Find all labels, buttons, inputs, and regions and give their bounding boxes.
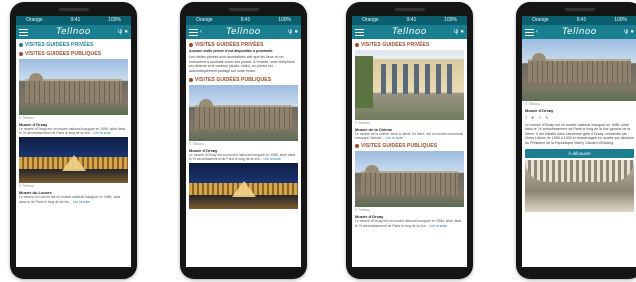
phone-museum-detail: Orange 9:41 100% ‹ Tellnoo ψ ● © Tellnoo …	[516, 2, 636, 279]
phone-private-visit: Orange 9:41 100% Tellnoo ψ ● VISITES GUID…	[346, 2, 473, 279]
museum-desc: Le musée d'Orsay est un musée national i…	[19, 127, 126, 136]
read-more-link[interactable]: Lire la suite	[263, 157, 280, 161]
wifi-icon[interactable]: ψ	[624, 29, 628, 35]
museum-full-desc: Le musée d'Orsay est un musée national i…	[525, 123, 634, 145]
museum-image-louvre	[19, 137, 128, 184]
museum-image-orsay	[355, 151, 464, 208]
museum-card-louvre[interactable]: © Tellnoo Musée du Louvre Le musée du Lo…	[19, 137, 128, 204]
screen: Orange 9:41 100% Tellnoo ψ ● VISITES GUID…	[16, 16, 131, 267]
app-bar: ‹ Tellnoo ψ ●	[522, 25, 636, 39]
share-icon[interactable]: ↗	[538, 115, 541, 120]
edit-icon[interactable]: ✎	[545, 115, 548, 120]
museum-card-chimie[interactable]: © Tellnoo Musée de la Chimie Le musée de…	[355, 50, 464, 140]
menu-icon[interactable]	[525, 28, 534, 36]
museum-desc: Le musée du Louvre est un musée national…	[19, 195, 121, 204]
user-icon[interactable]: ●	[294, 29, 298, 35]
back-icon[interactable]: ‹	[536, 29, 538, 35]
museum-detail-orsay: © Tellnoo Musée d'Orsay T ♥ ↗ ✎ Le musée…	[522, 39, 636, 146]
screen: Orange 9:41 100% ‹ Tellnoo ψ ● © Tellnoo …	[522, 16, 636, 267]
heart-icon[interactable]: ♥	[531, 115, 533, 120]
carrier: Orange	[362, 17, 379, 23]
user-icon[interactable]: ●	[460, 29, 464, 35]
read-more-link[interactable]: Lire la suite	[93, 131, 110, 135]
read-more-link[interactable]: Lire la suite	[73, 200, 90, 204]
speaker	[58, 8, 89, 11]
pin-icon	[19, 52, 23, 56]
carrier: Orange	[26, 17, 43, 23]
museum-image-orsay	[19, 59, 128, 115]
museum-card-orsay[interactable]: © Tellnoo Musée d'Orsay Le musée d'Orsay…	[355, 151, 464, 228]
clock: 9:41	[406, 17, 417, 23]
app-bar: Tellnoo ψ ●	[16, 25, 131, 39]
section-private[interactable]: VISITES GUIDÉES PRIVÉES	[352, 39, 467, 48]
section-public[interactable]: VISITES GUIDÉES PUBLIQUES	[16, 48, 131, 57]
museum-desc: Le musée d'Orsay est un musée national i…	[355, 219, 462, 228]
battery: 100%	[444, 17, 457, 23]
museum-image-orsay	[189, 85, 298, 142]
section-private[interactable]: VISITES GUIDÉES PRIVÉES	[16, 39, 131, 48]
section-private[interactable]: VISITES GUIDÉES PRIVÉES	[186, 39, 301, 48]
private-visit-info: Les visites privées sont accessibles afi…	[189, 55, 295, 73]
app-title: Tellnoo	[562, 27, 597, 37]
wifi-icon[interactable]: ψ	[288, 29, 292, 35]
museum-desc: Le musée de la chimie, situé à Jarrie, e…	[355, 132, 464, 141]
pin-icon	[355, 43, 359, 47]
menu-icon[interactable]	[19, 28, 28, 36]
phone-private-expanded: Orange 9:41 100% ‹ Tellnoo ψ ● VISITES GU…	[180, 2, 307, 279]
museum-card-orsay[interactable]: © Tellnoo Musée d'Orsay Le musée d'Orsay…	[19, 59, 128, 135]
clock: 9:41	[240, 17, 251, 23]
museum-hall-image-card	[525, 160, 634, 213]
phone-home: Orange 9:41 100% Tellnoo ψ ● VISITES GUID…	[10, 2, 137, 279]
section-public[interactable]: VISITES GUIDÉES PUBLIQUES	[186, 74, 301, 83]
text-size-icon[interactable]: T	[525, 115, 527, 120]
speaker	[394, 8, 425, 11]
app-title: Tellnoo	[226, 27, 261, 37]
speaker	[564, 8, 595, 11]
wifi-icon[interactable]: ψ	[454, 29, 458, 35]
carrier: Orange	[196, 17, 213, 23]
museum-image-chimie	[355, 50, 464, 120]
screen: Orange 9:41 100% Tellnoo ψ ● VISITES GUID…	[352, 16, 467, 267]
wifi-icon[interactable]: ψ	[118, 29, 122, 35]
museum-card-orsay[interactable]: © Tellnoo Musée d'Orsay Le musée d'Orsay…	[189, 85, 298, 161]
app-bar: ‹ Tellnoo ψ ●	[186, 25, 301, 39]
speaker	[228, 8, 259, 11]
clock: 9:41	[576, 17, 587, 23]
pin-icon	[189, 78, 193, 83]
status-bar: Orange 9:41 100%	[16, 16, 131, 25]
app-bar: Tellnoo ψ ●	[352, 25, 467, 39]
back-icon[interactable]: ‹	[200, 29, 202, 35]
battery: 100%	[614, 17, 627, 23]
museum-hall-image	[525, 160, 634, 213]
read-more-link[interactable]: Lire la suite	[385, 136, 402, 140]
status-bar: Orange 9:41 100%	[522, 16, 636, 25]
share-bar: T ♥ ↗ ✎	[522, 113, 636, 122]
user-icon[interactable]: ●	[630, 29, 634, 35]
battery: 100%	[278, 17, 291, 23]
pin-icon	[189, 43, 193, 47]
museum-card-louvre[interactable]	[189, 163, 298, 210]
museum-image-louvre	[189, 163, 298, 210]
discover-button[interactable]: À découvrir	[525, 149, 634, 159]
section-public[interactable]: VISITES GUIDÉES PUBLIQUES	[352, 140, 467, 149]
status-bar: Orange 9:41 100%	[352, 16, 467, 25]
pin-icon	[355, 144, 359, 149]
status-bar: Orange 9:41 100%	[186, 16, 301, 25]
carrier: Orange	[532, 17, 549, 23]
pin-icon	[19, 43, 23, 47]
menu-icon[interactable]	[189, 28, 198, 36]
app-title: Tellnoo	[56, 27, 91, 37]
read-more-link[interactable]: Lire la suite	[429, 224, 446, 228]
screen: Orange 9:41 100% ‹ Tellnoo ψ ● VISITES GU…	[186, 16, 301, 267]
museum-desc: Le musée d'Orsay est un musée national i…	[189, 153, 296, 162]
clock: 9:41	[70, 17, 81, 23]
menu-icon[interactable]	[355, 28, 364, 36]
mockup-stage: Orange 9:41 100% Tellnoo ψ ● VISITES GUID…	[0, 0, 636, 282]
user-icon[interactable]: ●	[124, 29, 128, 35]
museum-image-orsay	[522, 39, 636, 101]
app-title: Tellnoo	[392, 27, 427, 37]
battery: 100%	[108, 17, 121, 23]
